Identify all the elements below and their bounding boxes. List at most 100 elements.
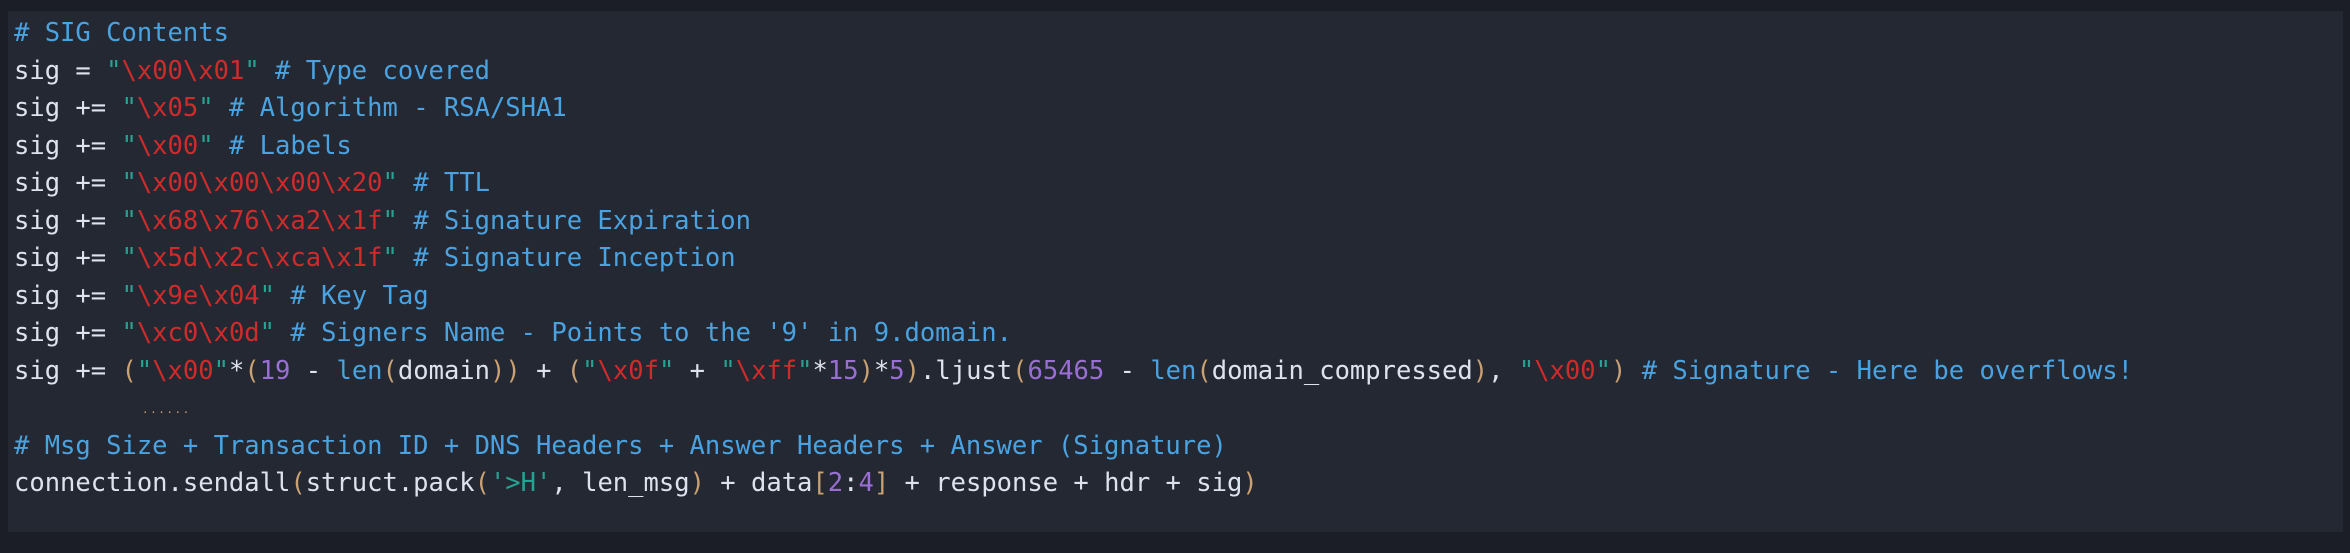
code-token: + bbox=[704, 468, 751, 498]
code-token: connection.sendall bbox=[14, 468, 291, 498]
code-token: + response + hdr + sig bbox=[889, 468, 1243, 498]
code-token: " bbox=[121, 168, 137, 198]
code-token: " bbox=[121, 93, 137, 123]
code-token: ( bbox=[1196, 355, 1212, 386]
code-token: " bbox=[382, 205, 398, 236]
code-token: " bbox=[797, 355, 813, 386]
code-line: # SIG Contents bbox=[14, 15, 2343, 53]
code-token: " bbox=[121, 318, 137, 348]
code-token: - bbox=[1104, 355, 1151, 386]
code-token: '>H' bbox=[489, 468, 552, 498]
code-token: \x05 bbox=[136, 93, 199, 123]
code-token: " bbox=[213, 355, 229, 386]
code-token: )) bbox=[490, 355, 521, 386]
code-token: " bbox=[382, 168, 398, 198]
code-token: \x00 bbox=[1534, 355, 1596, 386]
code-token: " bbox=[259, 280, 276, 311]
code-token: sig += bbox=[14, 243, 122, 273]
code-token: " bbox=[106, 55, 122, 86]
code-token: ( bbox=[382, 355, 398, 386]
code-token: - bbox=[290, 355, 337, 386]
code-line: sig += "\x5d\x2c\xca\x1f" # Signature In… bbox=[14, 240, 2343, 278]
code-token: ) bbox=[689, 468, 705, 498]
code-token: # Type covered bbox=[275, 55, 490, 86]
code-token: struct.pack bbox=[305, 468, 475, 498]
code-editor-surface[interactable]: # SIG Contents sig = "\x00\x01" # Type co… bbox=[8, 11, 2343, 532]
code-line: sig += ("\x00"*(19 - len(domain)) + ("\x… bbox=[14, 353, 2343, 391]
code-token: domain_compressed bbox=[1211, 355, 1473, 386]
code-token: " bbox=[382, 243, 398, 273]
code-token: len bbox=[1150, 355, 1197, 386]
window-frame-right bbox=[2343, 0, 2350, 553]
code-token: ) bbox=[904, 355, 921, 386]
code-token: # TTL bbox=[413, 168, 490, 198]
code-line: sig += "\x00\x00\x00\x20" # TTL bbox=[14, 165, 2343, 203]
code-token: \xff bbox=[735, 355, 798, 386]
code-token: # Key Tag bbox=[290, 280, 429, 311]
code-token: 65465 bbox=[1027, 355, 1105, 386]
code-token: " bbox=[1595, 355, 1611, 386]
code-token: ( bbox=[244, 355, 260, 386]
code-token: sig = bbox=[14, 55, 107, 86]
code-token: " bbox=[136, 355, 153, 386]
code-line-list: # SIG Contents sig = "\x00\x01" # Type co… bbox=[14, 15, 2343, 503]
code-token: # Signature Inception bbox=[413, 243, 736, 273]
code-token: sig += bbox=[14, 168, 122, 198]
code-line: sig += "\x9e\x04" # Key Tag bbox=[14, 278, 2343, 316]
code-token: " bbox=[720, 355, 736, 386]
code-token: sig += bbox=[14, 130, 122, 161]
code-token: " bbox=[1518, 355, 1535, 386]
code-token: \x00\x01 bbox=[121, 55, 245, 86]
code-snippet-window: # SIG Contents sig = "\x00\x01" # Type co… bbox=[0, 0, 2350, 553]
code-line: sig += "\x68\x76\xa2\x1f" # Signature Ex… bbox=[14, 203, 2343, 241]
code-token: " bbox=[121, 243, 137, 273]
code-line: sig += "\xc0\x0d" # Signers Name - Point… bbox=[14, 315, 2343, 353]
code-line: # Msg Size + Transaction ID + DNS Header… bbox=[14, 428, 2343, 466]
code-token: 19 bbox=[259, 355, 291, 386]
code-token: " bbox=[198, 130, 214, 161]
code-token: # SIG Contents bbox=[14, 18, 229, 48]
code-token: sig += bbox=[14, 318, 122, 348]
code-token: 15 bbox=[827, 355, 859, 386]
code-line: sig += "\x05" # Algorithm - RSA/SHA1 bbox=[14, 90, 2343, 128]
code-token: ( bbox=[290, 468, 306, 498]
code-token: + bbox=[674, 355, 721, 386]
code-token: sig += bbox=[14, 355, 122, 386]
code-token: 4 bbox=[858, 468, 874, 498]
code-token: " bbox=[121, 205, 137, 236]
code-token: sig += bbox=[14, 280, 122, 311]
code-token: \x00 bbox=[152, 355, 214, 386]
code-token: " bbox=[582, 355, 598, 386]
code-token: ( bbox=[1012, 355, 1028, 386]
code-token: 5 bbox=[889, 355, 905, 386]
window-frame-left bbox=[0, 0, 8, 553]
code-token: # Labels bbox=[228, 130, 352, 161]
code-token: ( bbox=[474, 468, 490, 498]
code-line-ellipsis: ...... bbox=[14, 390, 2343, 428]
code-token: \x68\x76\xa2\x1f bbox=[136, 205, 383, 236]
code-token: " bbox=[658, 355, 675, 386]
code-token: ) bbox=[1610, 355, 1627, 386]
code-token: len_msg bbox=[582, 468, 690, 498]
code-token: " bbox=[121, 130, 137, 161]
code-line: sig = "\x00\x01" # Type covered bbox=[14, 53, 2343, 91]
code-token: \x00\x00\x00\x20 bbox=[136, 168, 383, 198]
code-line: sig += "\x00" # Labels bbox=[14, 128, 2343, 166]
code-token: ] bbox=[873, 468, 890, 498]
code-token: .ljust bbox=[920, 355, 1013, 386]
code-token: + bbox=[520, 355, 567, 386]
window-frame-top bbox=[0, 0, 2350, 11]
code-token: ) bbox=[1242, 468, 1258, 498]
code-token: * bbox=[873, 355, 890, 386]
code-token: data bbox=[750, 468, 813, 498]
code-token: \xc0\x0d bbox=[136, 318, 260, 348]
code-token: " bbox=[259, 318, 276, 348]
